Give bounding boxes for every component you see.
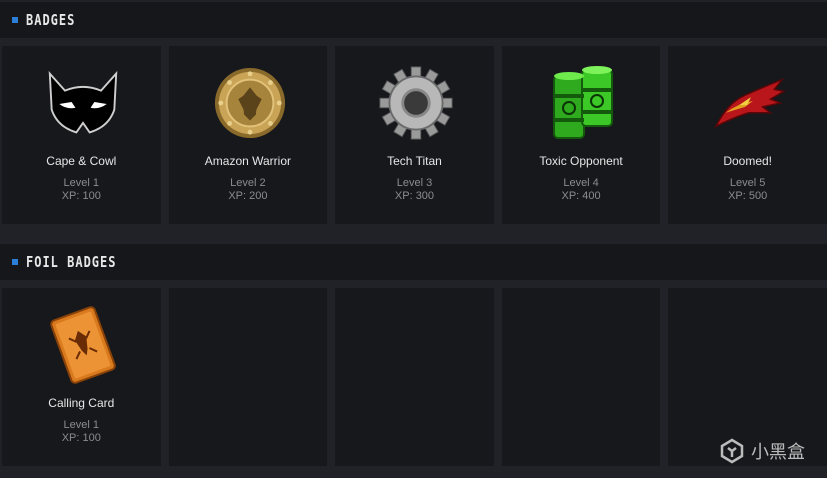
foil-badge-tile-calling-card[interactable]: Calling Card Level 1 XP: 100 (2, 288, 161, 466)
empty-badge-slot (501, 288, 661, 466)
badge-name: Toxic Opponent (539, 154, 623, 168)
badge-level: Level 5 (729, 177, 766, 189)
badge-xp: XP: 100 (61, 190, 101, 202)
badges-section-title: BADGES (26, 11, 76, 29)
badge-name: Doomed! (723, 154, 773, 168)
badge-xp: XP: 300 (394, 190, 435, 202)
badge-xp: XP: 500 (728, 190, 768, 202)
section-marker (12, 259, 18, 265)
calling-card-icon (46, 306, 120, 384)
badge-tile-toxic-opponent[interactable]: Toxic Opponent Level 4 XP: 400 (501, 46, 661, 224)
golden-shield-icon (213, 66, 287, 140)
section-marker (12, 17, 18, 23)
badge-name: Amazon Warrior (204, 154, 292, 168)
badge-name: Cape & Cowl (46, 154, 117, 168)
empty-badge-slot (335, 288, 494, 466)
badge-xp: XP: 200 (228, 190, 268, 202)
badge-level: Level 4 (563, 177, 599, 189)
watermark-text: 小黑盒 (751, 442, 805, 462)
empty-badge-slot (168, 288, 328, 466)
badge-level: Level 3 (396, 177, 433, 189)
badge-xp: XP: 100 (61, 432, 101, 444)
foil-badges-grid: Calling Card Level 1 XP: 100 (2, 288, 827, 466)
badges-section-header: BADGES (0, 2, 827, 38)
torn-cape-icon (712, 66, 787, 140)
gear-icon (379, 66, 453, 140)
badge-name: Calling Card (48, 396, 115, 410)
foil-badges-section-header: FOIL BADGES (0, 244, 827, 280)
watermark: 小黑盒 (719, 438, 805, 464)
badge-level: Level 1 (63, 177, 100, 189)
badge-name: Tech Titan (387, 154, 442, 168)
badge-level: Level 2 (230, 177, 266, 189)
toxic-barrels-icon (546, 66, 620, 140)
cowl-mask-icon (46, 66, 120, 140)
badge-tile-amazon-warrior[interactable]: Amazon Warrior Level 2 XP: 200 (168, 46, 328, 224)
badge-tile-cape-cowl[interactable]: Cape & Cowl Level 1 XP: 100 (2, 46, 161, 224)
watermark-logo-icon (720, 438, 744, 464)
badge-tile-doomed[interactable]: Doomed! Level 5 XP: 500 (668, 46, 827, 224)
foil-badges-section-title: FOIL BADGES (26, 253, 117, 271)
badge-level: Level 1 (63, 419, 100, 431)
badge-xp: XP: 400 (561, 190, 601, 202)
badges-grid: Cape & Cowl Level 1 XP: 100 Amazon Warri… (2, 46, 827, 224)
badge-tile-tech-titan[interactable]: Tech Titan Level 3 XP: 300 (335, 46, 494, 224)
